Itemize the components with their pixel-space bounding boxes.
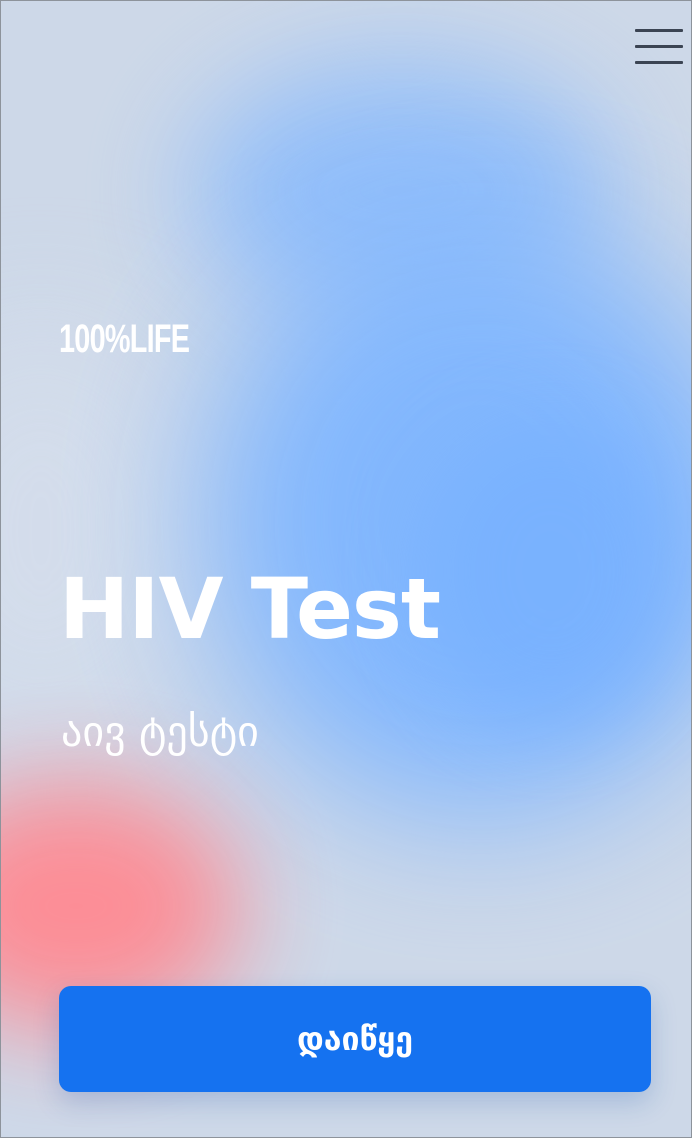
page-subtitle: აივ ტესტი	[61, 707, 259, 756]
background-gradient-blue	[201, 221, 691, 821]
menu-bar-middle	[635, 45, 683, 48]
hamburger-menu-icon[interactable]	[633, 25, 685, 69]
app-screen: 100%LIFE HIV Test აივ ტესტი დაიწყე	[0, 0, 692, 1138]
page-title: HIV Test	[59, 560, 441, 658]
start-button-label: დაიწყე	[297, 1020, 413, 1058]
brand-logo: 100%LIFE	[59, 317, 190, 361]
menu-bar-top	[635, 29, 683, 32]
background-gradient-pale	[1, 321, 201, 741]
menu-bar-bottom	[635, 61, 683, 64]
background-gradient-blue-top	[191, 61, 611, 321]
background-gradient-blue-mid	[421, 421, 681, 721]
start-button[interactable]: დაიწყე	[59, 986, 651, 1092]
